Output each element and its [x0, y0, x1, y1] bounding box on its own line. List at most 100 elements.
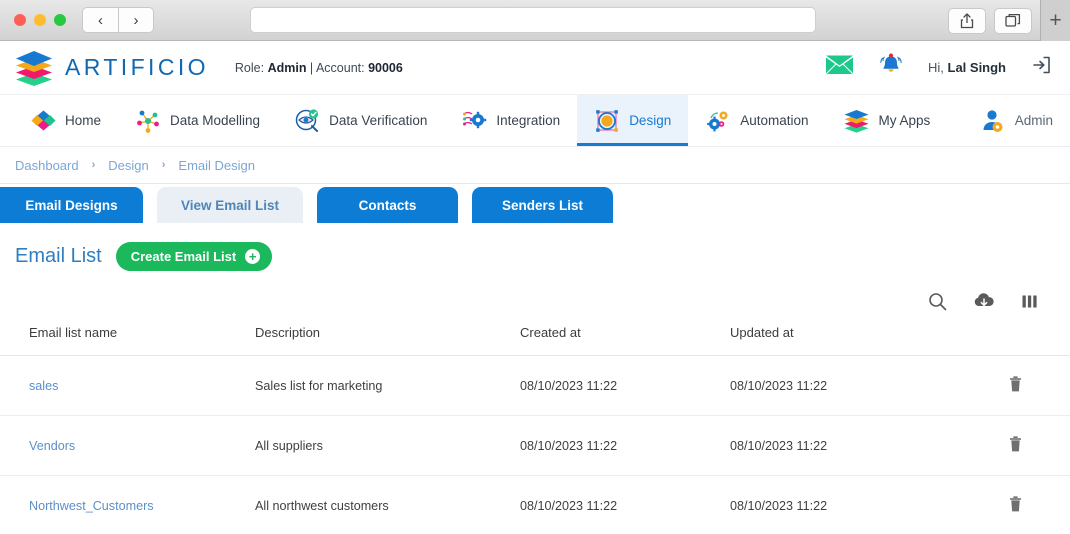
column-header-description[interactable]: Description: [255, 325, 520, 356]
nav-label-automation: Automation: [740, 113, 809, 128]
share-button[interactable]: [948, 7, 986, 34]
cloud-download-icon: [974, 293, 994, 307]
cell-updated-at: 08/10/2023 11:22: [730, 355, 960, 416]
cell-created-at: 08/10/2023 11:22: [520, 475, 730, 534]
cell-email-list-name: Northwest_Customers: [0, 475, 255, 534]
breadcrumb-separator: ›: [91, 159, 96, 171]
eye-check-icon: [295, 108, 319, 132]
minimize-window-button[interactable]: [34, 14, 46, 26]
email-list-table: Email list name Description Created at U…: [0, 325, 1070, 534]
email-list-link[interactable]: Vendors: [29, 439, 75, 453]
user-greeting: Hi, Lal Singh: [928, 60, 1006, 75]
nav-item-design[interactable]: Design: [577, 95, 689, 146]
cell-actions: [960, 415, 1070, 476]
window-traffic-lights: [0, 14, 66, 26]
automation-gears-icon: [707, 111, 728, 131]
browser-nav-arrows: ‹ ›: [82, 7, 154, 33]
show-tabs-button[interactable]: [994, 7, 1032, 34]
trash-icon: [1009, 496, 1021, 512]
cell-description: All suppliers: [255, 415, 520, 476]
tab-view-email-list[interactable]: View Email List: [157, 187, 304, 223]
nav-item-account[interactable]: Admin: [963, 95, 1070, 146]
column-header-email-list-name[interactable]: Email list name: [0, 325, 255, 356]
integration-gear-icon: [463, 111, 487, 128]
table-row[interactable]: Northwest_Customers All northwest custom…: [0, 475, 1070, 534]
header-right-actions: Hi, Lal Singh: [825, 52, 1056, 83]
trash-icon: [1009, 436, 1021, 452]
nav-label-data-verification: Data Verification: [329, 113, 428, 128]
trash-icon: [1009, 376, 1021, 392]
table-row[interactable]: sales Sales list for marketing 08/10/202…: [0, 355, 1070, 416]
nav-item-my-apps[interactable]: My Apps: [826, 95, 948, 146]
tab-email-designs[interactable]: Email Designs: [0, 187, 143, 223]
breadcrumb-item-design[interactable]: Design: [108, 158, 148, 173]
nav-label-design: Design: [629, 113, 672, 128]
nav-item-automation[interactable]: Automation: [688, 95, 825, 146]
cell-email-list-name: sales: [0, 355, 255, 416]
mail-button[interactable]: [825, 54, 854, 81]
column-header-updated-at[interactable]: Updated at: [730, 325, 960, 356]
breadcrumb: Dashboard › Design › Email Design: [0, 146, 1070, 184]
columns-icon: [1022, 295, 1037, 307]
close-window-button[interactable]: [14, 14, 26, 26]
cell-created-at: 08/10/2023 11:22: [520, 415, 730, 476]
tab-contacts[interactable]: Contacts: [317, 187, 459, 223]
nav-item-integration[interactable]: Integration: [444, 95, 577, 146]
table-header-row: Email list name Description Created at U…: [0, 325, 1070, 356]
search-button[interactable]: [928, 292, 947, 311]
cell-description: Sales list for marketing: [255, 355, 520, 416]
table-row[interactable]: Vendors All suppliers 08/10/2023 11:22 0…: [0, 415, 1070, 476]
cell-created-at: 08/10/2023 11:22: [520, 355, 730, 416]
home-diamonds-icon: [31, 110, 56, 131]
email-list-link[interactable]: sales: [29, 379, 58, 393]
address-bar[interactable]: [250, 7, 816, 33]
nav-label-integration: Integration: [496, 113, 561, 128]
tabs-icon: [1005, 13, 1021, 27]
account-value: 90006: [368, 60, 403, 75]
nav-label-home: Home: [65, 113, 102, 128]
nav-item-data-modelling[interactable]: Data Modelling: [118, 95, 277, 146]
nav-label-account: Admin: [1014, 113, 1053, 128]
delete-row-button[interactable]: [1009, 496, 1022, 512]
artificio-layers-logo: [16, 50, 52, 86]
greeting-name: Lal Singh: [947, 60, 1007, 75]
nav-label-data-modelling: Data Modelling: [170, 113, 261, 128]
plus-circle-icon: +: [245, 249, 261, 264]
nav-label-my-apps: My Apps: [878, 113, 931, 128]
column-header-created-at[interactable]: Created at: [520, 325, 730, 356]
cell-updated-at: 08/10/2023 11:22: [730, 475, 960, 534]
new-tab-button[interactable]: +: [1040, 0, 1070, 41]
notification-bell-icon: [880, 53, 902, 72]
delete-row-button[interactable]: [1009, 436, 1022, 452]
email-list-link[interactable]: Northwest_Customers: [29, 499, 154, 513]
account-prefix-label: | Account:: [306, 60, 369, 75]
breadcrumb-separator: ›: [161, 159, 166, 171]
forward-button[interactable]: ›: [118, 7, 154, 33]
breadcrumb-item-dashboard[interactable]: Dashboard: [15, 158, 79, 173]
brand-name: ARTIFICIO: [65, 54, 209, 80]
breadcrumb-item-email-design[interactable]: Email Design: [178, 158, 255, 173]
create-email-list-button[interactable]: Create Email List +: [115, 242, 273, 271]
section-header: Email List Create Email List +: [0, 228, 1070, 271]
back-button[interactable]: ‹: [82, 7, 118, 33]
nav-item-data-verification[interactable]: Data Verification: [277, 95, 444, 146]
cell-description: All northwest customers: [255, 475, 520, 534]
nav-item-home[interactable]: Home: [14, 95, 118, 146]
delete-row-button[interactable]: [1009, 376, 1022, 392]
app-header: ARTIFICIO Role: Admin | Account: 90006 H…: [0, 41, 1070, 94]
column-header-actions: [960, 325, 1070, 356]
download-button[interactable]: [973, 292, 995, 310]
cell-actions: [960, 475, 1070, 534]
notifications-button[interactable]: [878, 52, 904, 83]
cell-updated-at: 08/10/2023 11:22: [730, 415, 960, 476]
columns-button[interactable]: [1021, 294, 1038, 309]
table-toolbar: [0, 271, 1070, 315]
share-icon: [960, 12, 974, 28]
brand-logo-group[interactable]: ARTIFICIO: [14, 50, 209, 86]
network-nodes-icon: [137, 110, 159, 133]
role-account-info: Role: Admin | Account: 90006: [235, 61, 403, 75]
logout-button[interactable]: [1030, 54, 1052, 81]
cell-email-list-name: Vendors: [0, 415, 255, 476]
tab-senders-list[interactable]: Senders List: [472, 187, 614, 223]
maximize-window-button[interactable]: [54, 14, 66, 26]
